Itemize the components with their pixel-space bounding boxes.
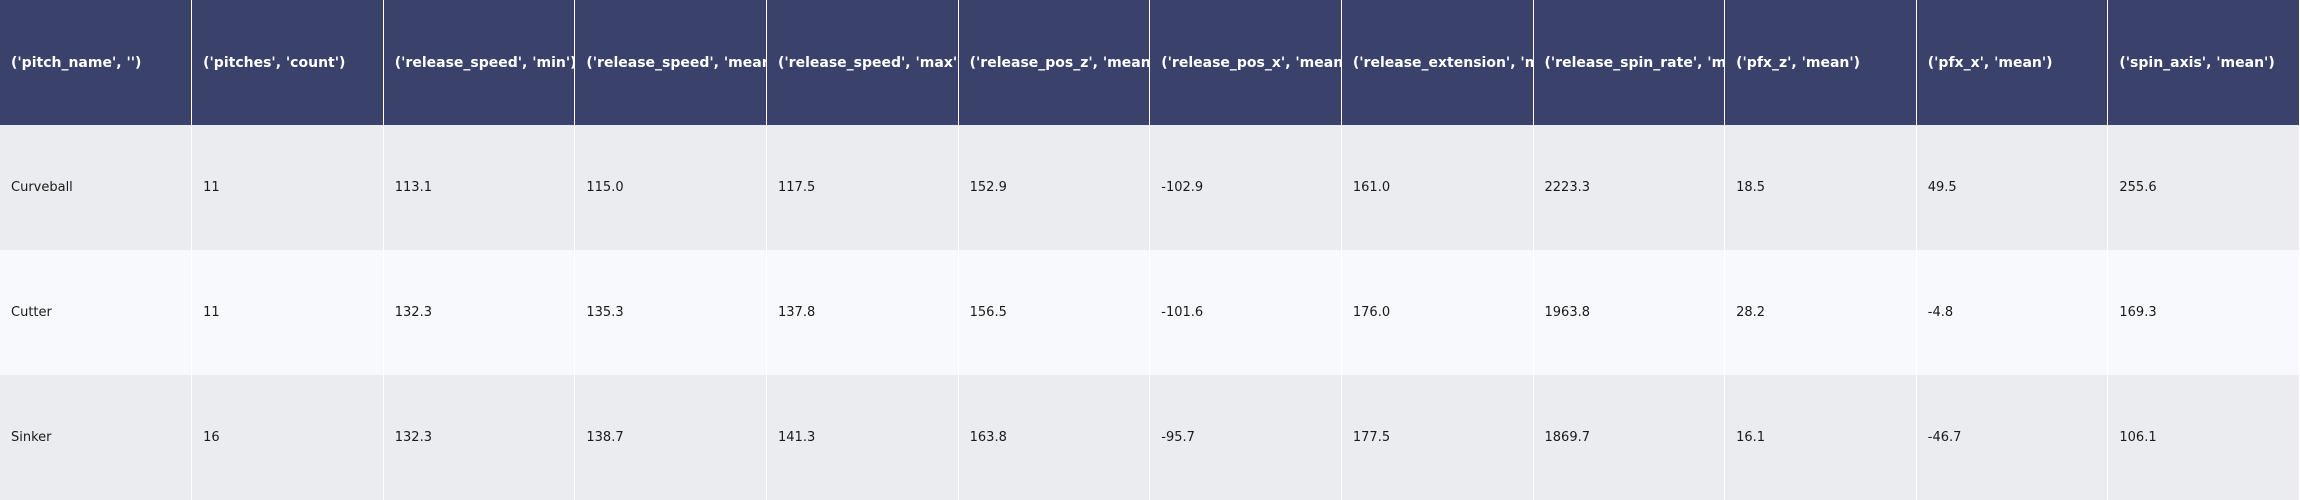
- table-cell: 2223.3: [1533, 125, 1726, 250]
- table-cell: 16: [191, 375, 384, 500]
- table-cell: -4.8: [1916, 250, 2109, 375]
- table-cell: 11: [191, 125, 384, 250]
- table-cell: 113.1: [383, 125, 576, 250]
- column-header: ('pfx_z', 'mean'): [1724, 0, 1917, 125]
- table-cell: 28.2: [1724, 250, 1917, 375]
- column-header: ('pitches', 'count'): [191, 0, 384, 125]
- table-cell: 163.8: [958, 375, 1151, 500]
- table-cell: 152.9: [958, 125, 1151, 250]
- table-cell: 132.3: [383, 375, 576, 500]
- table-cell: -95.7: [1149, 375, 1342, 500]
- table-cell: 132.3: [383, 250, 576, 375]
- table-cell: 141.3: [766, 375, 959, 500]
- header-row: ('pitch_name', '') ('pitches', 'count') …: [0, 0, 2300, 125]
- table-cell: 169.3: [2107, 250, 2300, 375]
- column-header: ('release_spin_rate', 'mean'): [1533, 0, 1726, 125]
- table-cell: Sinker: [0, 375, 193, 500]
- table-row: Sinker 16 132.3 138.7 141.3 163.8 -95.7 …: [0, 375, 2300, 500]
- table-cell: Cutter: [0, 250, 193, 375]
- table-cell: 1963.8: [1533, 250, 1726, 375]
- table-cell: 16.1: [1724, 375, 1917, 500]
- table-cell: 1869.7: [1533, 375, 1726, 500]
- table-cell: 156.5: [958, 250, 1151, 375]
- table-cell: -46.7: [1916, 375, 2109, 500]
- table-cell: 115.0: [574, 125, 767, 250]
- table-body: Curveball 11 113.1 115.0 117.5 152.9 -10…: [0, 125, 2300, 500]
- table-cell: 138.7: [574, 375, 767, 500]
- table-cell: -102.9: [1149, 125, 1342, 250]
- table-cell: Curveball: [0, 125, 193, 250]
- column-header: ('release_extension', 'mean'): [1341, 0, 1534, 125]
- column-header: ('release_pos_x', 'mean'): [1149, 0, 1342, 125]
- table-row: Curveball 11 113.1 115.0 117.5 152.9 -10…: [0, 125, 2300, 250]
- table-cell: -101.6: [1149, 250, 1342, 375]
- table-cell: 161.0: [1341, 125, 1534, 250]
- column-header: ('release_pos_z', 'mean'): [958, 0, 1151, 125]
- table-cell: 117.5: [766, 125, 959, 250]
- table-cell: 135.3: [574, 250, 767, 375]
- table-header: ('pitch_name', '') ('pitches', 'count') …: [0, 0, 2300, 125]
- table-cell: 106.1: [2107, 375, 2300, 500]
- table-cell: 137.8: [766, 250, 959, 375]
- column-header: ('release_speed', 'mean'): [574, 0, 767, 125]
- column-header: ('pfx_x', 'mean'): [1916, 0, 2109, 125]
- table-cell: 49.5: [1916, 125, 2109, 250]
- table-cell: 177.5: [1341, 375, 1534, 500]
- column-header: ('release_speed', 'min'): [383, 0, 576, 125]
- column-header: ('spin_axis', 'mean'): [2107, 0, 2300, 125]
- pitch-stats-table: ('pitch_name', '') ('pitches', 'count') …: [0, 0, 2300, 500]
- table-cell: 255.6: [2107, 125, 2300, 250]
- table-row: Cutter 11 132.3 135.3 137.8 156.5 -101.6…: [0, 250, 2300, 375]
- column-header: ('pitch_name', ''): [0, 0, 193, 125]
- table-cell: 11: [191, 250, 384, 375]
- table-cell: 176.0: [1341, 250, 1534, 375]
- column-header: ('release_speed', 'max'): [766, 0, 959, 125]
- table-cell: 18.5: [1724, 125, 1917, 250]
